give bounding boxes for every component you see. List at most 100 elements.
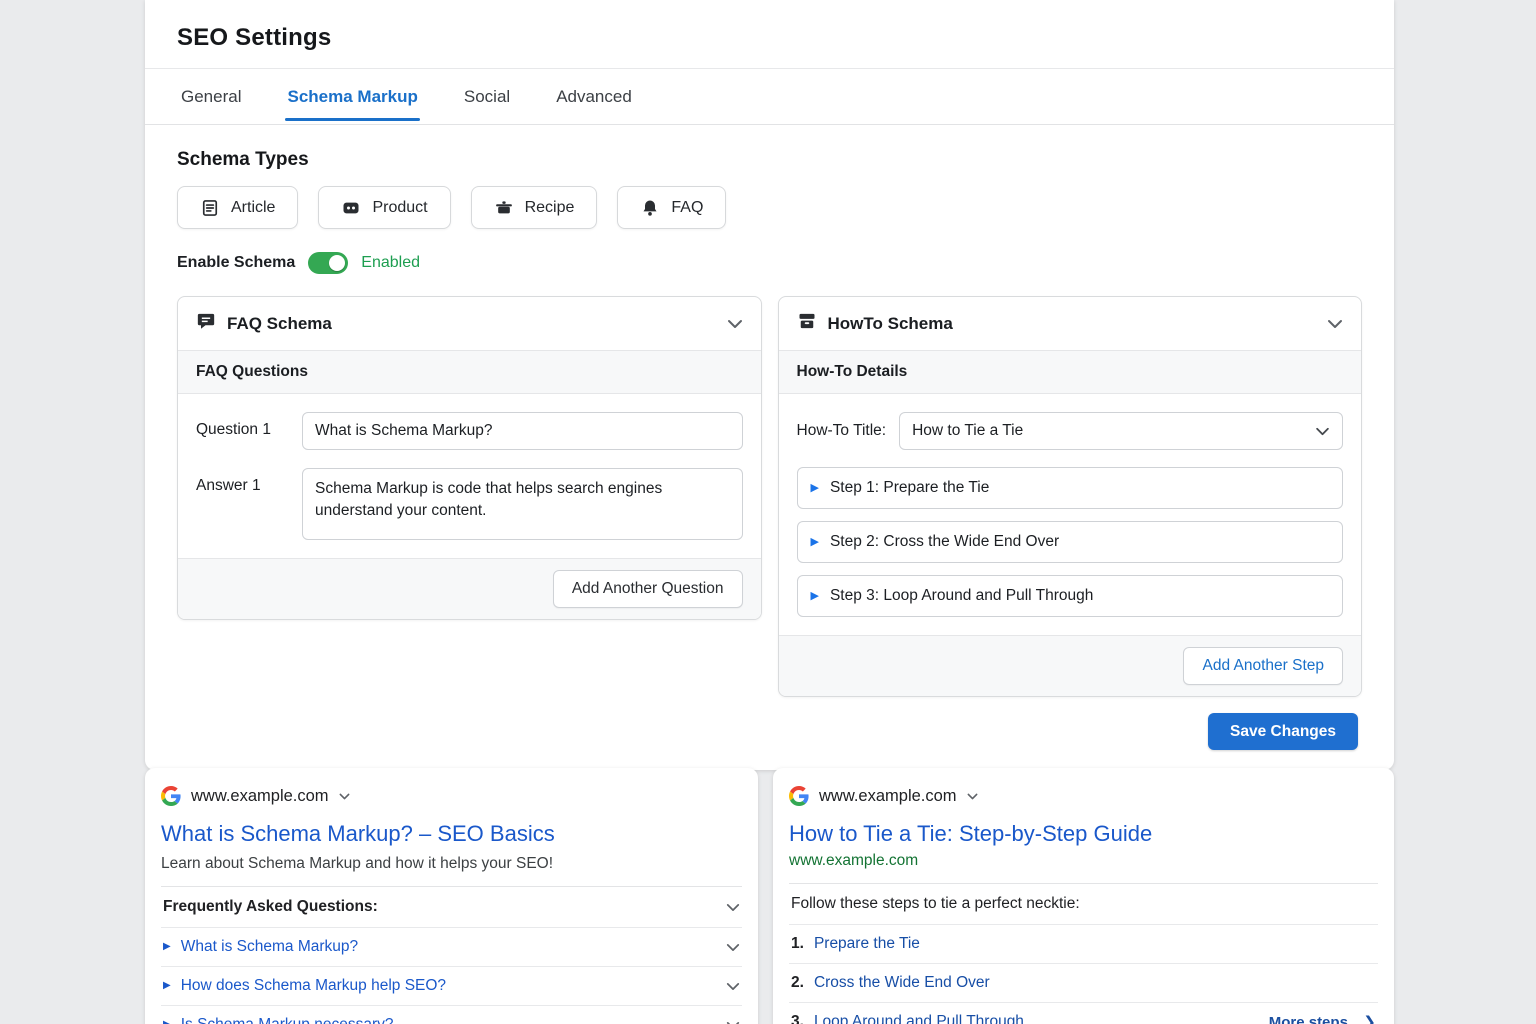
faq-serp-preview-card: www.example.com What is Schema Markup? –… xyxy=(145,768,758,1024)
faq-question-row-2[interactable]: How does Schema Markup help SEO? xyxy=(161,967,742,1006)
howto-details-heading: How-To Details xyxy=(779,351,1362,394)
answer-1-textarea[interactable]: Schema Markup is code that helps search … xyxy=(302,468,743,540)
faq-schema-panel: FAQ Schema FAQ Questions Question 1 Answ… xyxy=(177,296,762,620)
result-title-link[interactable]: How to Tie a Tie: Step-by-Step Guide xyxy=(789,821,1378,847)
article-icon xyxy=(200,198,220,218)
recipe-type-label: Recipe xyxy=(525,199,575,217)
save-changes-button[interactable]: Save Changes xyxy=(1208,713,1358,750)
faq-question-row-1[interactable]: What is Schema Markup? xyxy=(161,928,742,967)
product-type-button[interactable]: Product xyxy=(318,186,450,229)
play-icon xyxy=(163,981,171,991)
tab-social[interactable]: Social xyxy=(464,69,510,124)
recipe-icon xyxy=(494,198,514,218)
howto-schema-panel: HowTo Schema How-To Details How-To Title… xyxy=(778,296,1363,697)
howto-panel-body: How-To Title: How to Tie a Tie Step 1: P… xyxy=(779,394,1362,635)
chevron-down-icon xyxy=(726,903,740,912)
enable-schema-label: Enable Schema xyxy=(177,254,295,272)
tab-general[interactable]: General xyxy=(181,69,241,124)
step-number: 1. xyxy=(791,935,804,953)
faq-panel-header: FAQ Schema xyxy=(178,297,761,351)
enable-schema-toggle[interactable] xyxy=(308,252,348,274)
howto-step-1[interactable]: Step 1: Prepare the Tie xyxy=(797,467,1344,509)
schema-types-heading: Schema Types xyxy=(177,149,1362,171)
add-another-step-button[interactable]: Add Another Step xyxy=(1183,647,1343,685)
howto-serp-preview-card: www.example.com How to Tie a Tie: Step-b… xyxy=(773,768,1394,1024)
article-type-label: Article xyxy=(231,199,275,217)
google-icon xyxy=(161,786,181,806)
howto-title-select[interactable]: How to Tie a Tie xyxy=(899,412,1343,450)
result-url: www.example.com xyxy=(789,852,1378,870)
arrow-right-icon: ❯ xyxy=(1363,1013,1376,1024)
faq-type-label: FAQ xyxy=(671,199,703,217)
faq-question-row-3[interactable]: Is Schema Markup necessary? xyxy=(161,1006,742,1024)
site-name: www.example.com xyxy=(819,787,957,806)
question-1-input[interactable] xyxy=(302,412,743,450)
chevron-down-icon[interactable] xyxy=(727,319,743,329)
howto-step-2-label: Step 2: Cross the Wide End Over xyxy=(830,533,1059,551)
tab-content: Schema Types Article Product xyxy=(145,125,1394,697)
faq-type-button[interactable]: FAQ xyxy=(617,186,726,229)
howto-title-row: How-To Title: How to Tie a Tie xyxy=(797,412,1344,450)
article-type-button[interactable]: Article xyxy=(177,186,298,229)
step-number: 2. xyxy=(791,974,804,992)
site-dropdown[interactable]: www.example.com xyxy=(789,786,1378,806)
howto-step-2[interactable]: Step 2: Cross the Wide End Over xyxy=(797,521,1344,563)
enable-schema-state: Enabled xyxy=(361,254,420,272)
play-icon xyxy=(163,942,171,952)
howto-title-label: How-To Title: xyxy=(797,422,887,440)
faq-section-heading: Frequently Asked Questions: xyxy=(163,898,378,916)
howto-preview-step-3: 3. Loop Around and Pull Through More ste… xyxy=(789,1003,1378,1024)
faq-question-3: Is Schema Markup necessary? xyxy=(181,1016,394,1024)
faq-questions-heading: FAQ Questions xyxy=(178,351,761,394)
faq-question-2: How does Schema Markup help SEO? xyxy=(181,977,446,995)
tab-schema-markup[interactable]: Schema Markup xyxy=(287,69,417,124)
product-icon xyxy=(341,198,361,218)
toggle-knob xyxy=(329,255,345,271)
page-title: SEO Settings xyxy=(177,24,1362,52)
howto-intro: Follow these steps to tie a perfect neck… xyxy=(789,884,1378,925)
chevron-down-icon xyxy=(967,793,978,800)
page: SEO Settings General Schema Markup Socia… xyxy=(0,0,1536,1024)
step-number: 3. xyxy=(791,1013,804,1024)
schema-type-buttons: Article Product Recipe xyxy=(177,186,1362,229)
chevron-down-icon[interactable] xyxy=(1327,319,1343,329)
product-type-label: Product xyxy=(372,199,427,217)
step-text: Loop Around and Pull Through xyxy=(814,1013,1024,1024)
faq-section-heading-row[interactable]: Frequently Asked Questions: xyxy=(161,887,742,928)
faq-question-1: What is Schema Markup? xyxy=(181,938,358,956)
recipe-type-button[interactable]: Recipe xyxy=(471,186,598,229)
faq-panel-title: FAQ Schema xyxy=(227,314,332,334)
chevron-down-icon xyxy=(726,943,740,952)
answer-1-label: Answer 1 xyxy=(196,468,288,540)
card-footer: Save Changes xyxy=(145,697,1394,770)
site-dropdown[interactable]: www.example.com xyxy=(161,786,742,806)
faq-panel-footer: Add Another Question xyxy=(178,558,761,619)
result-description: Learn about Schema Markup and how it hel… xyxy=(161,855,742,873)
howto-preview-step-2: 2. Cross the Wide End Over xyxy=(789,964,1378,1003)
chat-bubble-icon xyxy=(196,311,216,336)
faq-icon xyxy=(640,198,660,218)
play-icon xyxy=(811,537,819,548)
add-another-question-button[interactable]: Add Another Question xyxy=(553,570,743,608)
step-text: Prepare the Tie xyxy=(814,935,920,953)
play-icon xyxy=(811,591,819,602)
more-steps-label: More steps... xyxy=(1269,1014,1361,1024)
play-icon xyxy=(163,1020,171,1024)
answer-1-row: Answer 1 Schema Markup is code that help… xyxy=(196,468,743,540)
howto-panel-footer: Add Another Step xyxy=(779,635,1362,696)
google-icon xyxy=(789,786,809,806)
result-title-link[interactable]: What is Schema Markup? – SEO Basics xyxy=(161,821,742,847)
howto-step-3[interactable]: Step 3: Loop Around and Pull Through xyxy=(797,575,1344,617)
howto-step-3-label: Step 3: Loop Around and Pull Through xyxy=(830,587,1093,605)
faq-panel-body: Question 1 Answer 1 Schema Markup is cod… xyxy=(178,394,761,558)
tab-advanced[interactable]: Advanced xyxy=(556,69,632,124)
site-name: www.example.com xyxy=(191,787,329,806)
schema-panels: FAQ Schema FAQ Questions Question 1 Answ… xyxy=(177,296,1362,697)
chevron-down-icon xyxy=(1315,427,1330,436)
more-steps-link[interactable]: More steps... ❯ xyxy=(1269,1013,1376,1024)
chevron-down-icon xyxy=(339,793,350,800)
question-1-row: Question 1 xyxy=(196,412,743,450)
grid-box-icon xyxy=(797,311,817,336)
play-icon xyxy=(811,483,819,494)
seo-settings-card: SEO Settings General Schema Markup Socia… xyxy=(145,0,1394,770)
